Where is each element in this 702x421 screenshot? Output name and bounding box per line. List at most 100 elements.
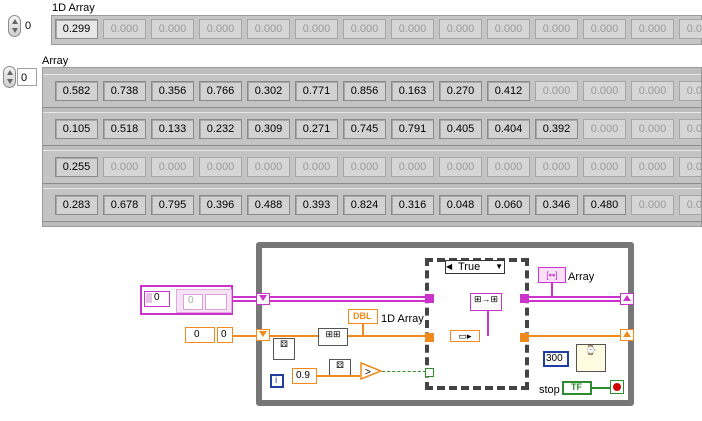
array1d-index-control[interactable]: 0 [8,15,40,37]
case-selector[interactable]: ◀ True ▼ [445,260,505,274]
array1d-cell[interactable]: 0.000 [439,19,482,39]
array2d-cell[interactable]: 0.316 [391,195,434,215]
array2d-cell[interactable]: 0.000 [631,119,674,139]
array2d-cell[interactable]: 0.255 [55,157,98,177]
array2d-cell[interactable]: 0.133 [151,119,194,139]
array2d-cell[interactable]: 0.000 [487,157,530,177]
threshold-constant[interactable]: 0.9 [292,368,317,384]
array1d-cell[interactable]: 0.000 [295,19,338,39]
array2d-cell[interactable]: 0.356 [151,81,194,101]
array2d-cell[interactable]: 0.405 [439,119,482,139]
array1d-cell[interactable]: 0.000 [487,19,530,39]
array2d-cell[interactable]: 0.000 [583,119,626,139]
pink-wire-case-vertical [487,310,489,336]
array2d-cell[interactable]: 0.392 [535,119,578,139]
array2d-cell[interactable]: 0.000 [631,81,674,101]
array2d-cell[interactable]: 0.480 [583,195,626,215]
array2d-cell[interactable]: 0.000 [679,81,701,101]
array2d-cell[interactable]: 0.000 [583,157,626,177]
case-selector-terminal [425,368,434,377]
array2d-index-value[interactable]: 0 [17,68,37,86]
array1d-cell[interactable]: 0.000 [631,19,674,39]
array2d-cell[interactable]: 0.271 [295,119,338,139]
array2d-cell[interactable]: 0.396 [199,195,242,215]
array2d-cell[interactable]: 0.856 [343,81,386,101]
array2d-cell[interactable]: 0.000 [679,119,701,139]
wait-ms-constant[interactable]: 300 [543,351,569,367]
init-value-constant[interactable]: 0 [217,327,233,343]
array2d-cell[interactable]: 0.232 [199,119,242,139]
shift-register-left-pink[interactable] [256,293,270,305]
array1d-cell[interactable]: 0.000 [343,19,386,39]
array1d-cell[interactable]: 0.000 [583,19,626,39]
array2d-cell[interactable]: 0.771 [295,81,338,101]
array1d-cell[interactable]: 0.000 [391,19,434,39]
array2d-cell[interactable]: 0.582 [55,81,98,101]
array2d-cell[interactable]: 0.000 [343,157,386,177]
array1d-cell[interactable]: 0.000 [103,19,146,39]
array2d-cell[interactable]: 0.488 [247,195,290,215]
array2d-cell[interactable]: 0.795 [151,195,194,215]
shift-register-right-orange[interactable] [620,329,634,341]
array-constant[interactable]: 0 0 [140,285,233,315]
array2d-cell[interactable]: 0.000 [199,157,242,177]
array1d-cell[interactable]: 0.000 [535,19,578,39]
array2d-cell[interactable]: 0.000 [247,157,290,177]
array2d-cell[interactable]: 0.000 [631,195,674,215]
array2d-cell[interactable]: 0.105 [55,119,98,139]
array2d-cell[interactable]: 0.518 [103,119,146,139]
array2d-cell[interactable]: 0.000 [679,195,701,215]
array2d-cell[interactable]: 0.000 [391,157,434,177]
pink-wire-indicator [551,283,553,297]
array2d-cell[interactable]: 0.302 [247,81,290,101]
array2d-cell[interactable]: 0.678 [103,195,146,215]
array2d-cell[interactable]: 0.000 [535,157,578,177]
array2d-cell[interactable]: 0.000 [535,81,578,101]
array2d-index-spinner[interactable] [3,66,16,88]
stop-terminal[interactable]: TF [562,381,592,395]
array2d-cell[interactable]: 0.412 [487,81,530,101]
case-tunnel-orange-out [520,333,529,342]
array2d-cell[interactable]: 0.000 [583,81,626,101]
array2d-cell[interactable]: 0.404 [487,119,530,139]
array2d-index-control[interactable]: 0 [3,66,37,88]
array2d-cell[interactable]: 0.270 [439,81,482,101]
stop-terminal-label: TF [571,382,582,392]
shift-register-left-orange[interactable] [256,329,270,341]
array1d-cell[interactable]: 0.299 [55,19,98,39]
array1d-cell[interactable]: 0.000 [679,19,702,39]
array-indicator-caption: Array [568,271,595,283]
array2d-cell[interactable]: 0.000 [151,157,194,177]
array2d-cell[interactable]: 0.048 [439,195,482,215]
array2d-cell[interactable]: 0.393 [295,195,338,215]
array2d-cell[interactable]: 0.000 [295,157,338,177]
case-dropdown-icon[interactable]: ▼ [495,261,503,273]
dbl-caption: 1D Array [381,313,424,325]
array2d-row: 0.255 0.000 0.000 0.000 0.000 0.000 0.000 0.000… [43,150,701,184]
array2d-cell[interactable]: 0.309 [247,119,290,139]
array2d-cell[interactable]: 0.738 [103,81,146,101]
init-index-constant[interactable]: 0 [185,327,215,343]
array1d-cell[interactable]: 0.000 [199,19,242,39]
array2d-row: 0.582 0.738 0.356 0.766 0.302 0.771 0.856 0.163… [43,74,701,108]
array2d-cell[interactable]: 0.283 [55,195,98,215]
array2d-cell[interactable]: 0.824 [343,195,386,215]
array1d-frame: 0.299 0.000 0.000 0.000 0.000 0.000 0.000 0.000… [51,15,702,45]
array1d-index-value[interactable]: 0 [22,17,40,35]
case-decrement-icon[interactable]: ◀ [446,261,454,273]
array2d-cell[interactable]: 0.766 [199,81,242,101]
array1d-index-spinner[interactable] [8,15,21,37]
array1d-cell[interactable]: 0.000 [151,19,194,39]
array2d-cell[interactable]: 0.060 [487,195,530,215]
array2d-cell[interactable]: 0.745 [343,119,386,139]
array2d-cell[interactable]: 0.000 [679,157,701,177]
array2d-cell[interactable]: 0.000 [103,157,146,177]
array1d-cell[interactable]: 0.000 [247,19,290,39]
init-value-value: 0 [221,329,227,340]
array2d-cell[interactable]: 0.346 [535,195,578,215]
array2d-cell[interactable]: 0.791 [391,119,434,139]
array2d-cell[interactable]: 0.000 [439,157,482,177]
array2d-cell[interactable]: 0.163 [391,81,434,101]
shift-register-right-pink[interactable] [620,293,634,305]
array2d-cell[interactable]: 0.000 [631,157,674,177]
